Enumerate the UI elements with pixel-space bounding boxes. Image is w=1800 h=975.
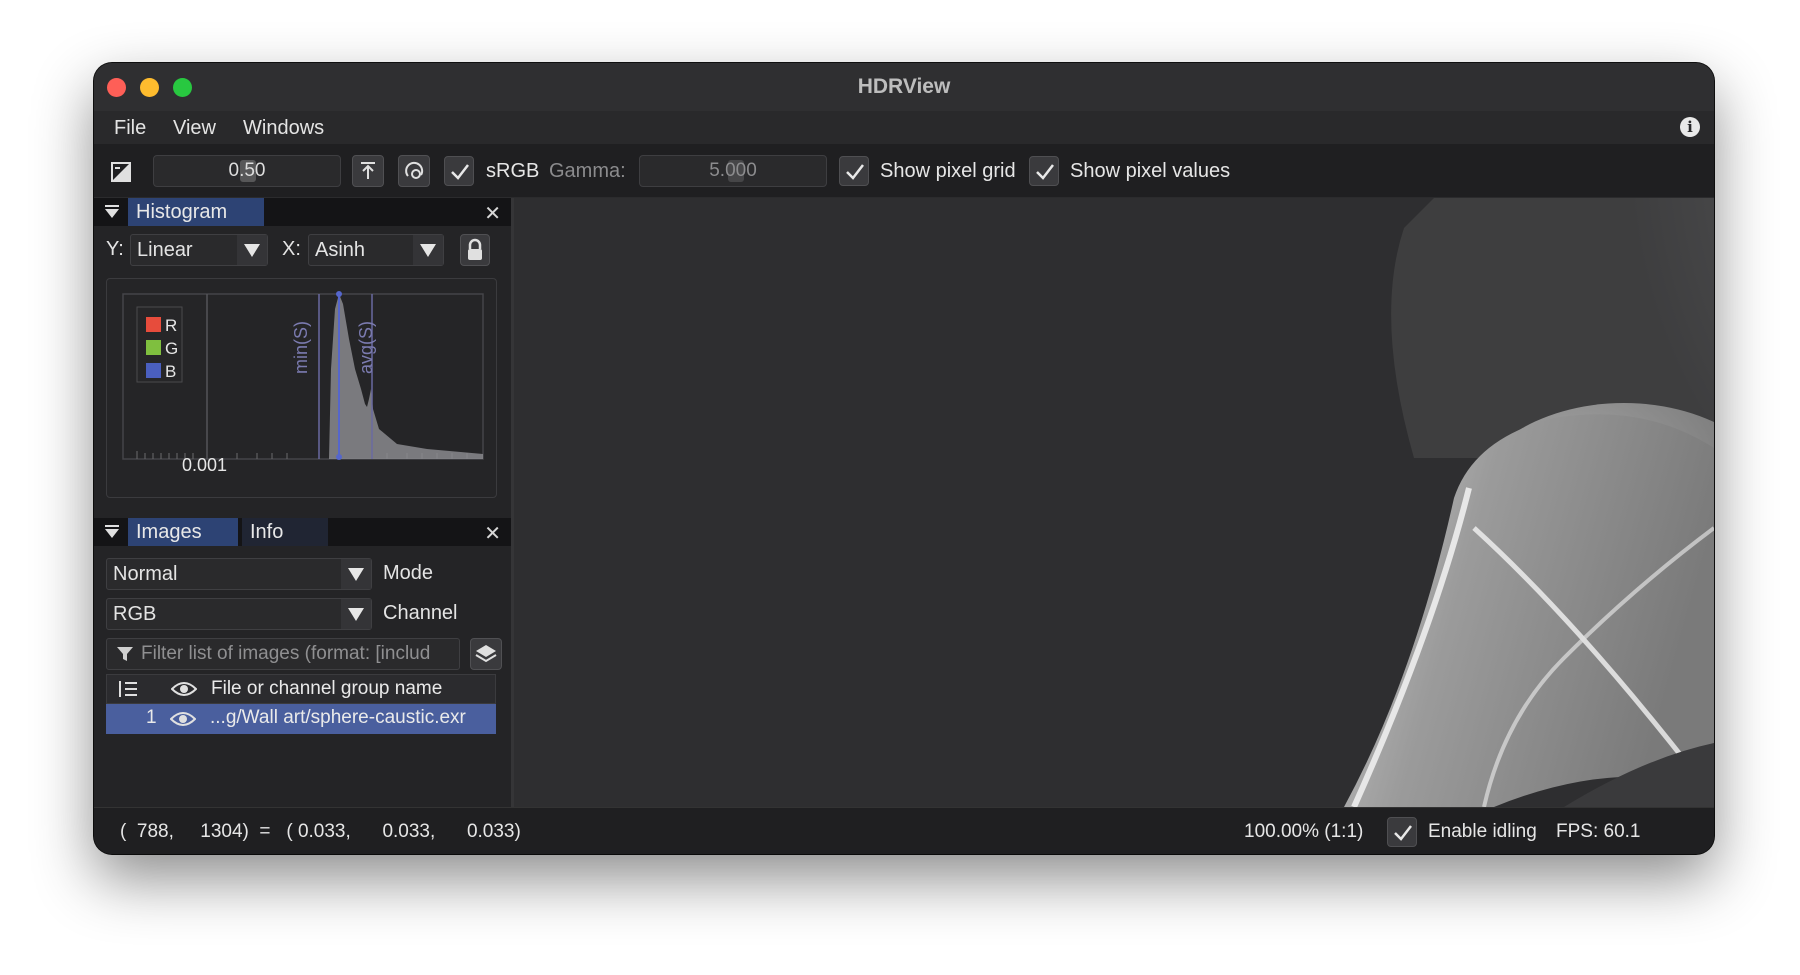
hdr-image-canvas (514, 198, 1714, 807)
menu-file[interactable]: File (114, 117, 146, 140)
show-pixel-grid-label: Show pixel grid (880, 160, 1016, 182)
pixel-readout: ( 788, 1304) = ( 0.033, 0.033, 0.033) (120, 821, 521, 842)
show-pixel-values-checkbox[interactable] (1029, 156, 1059, 186)
enable-idling-checkbox[interactable] (1387, 817, 1417, 847)
column-header-name: File or channel group name (211, 678, 443, 699)
avg-marker-label: avg(S) (356, 321, 376, 374)
arrow-up-bar-icon (361, 162, 375, 179)
menu-view[interactable]: View (173, 117, 216, 140)
x-scale-value: Asinh (315, 239, 366, 261)
toolbar: 0.50 sRGB Gamma: 5.000 Show pixel grid S… (94, 145, 1714, 197)
lock-icon (468, 238, 482, 260)
tab-images[interactable]: Images (128, 518, 238, 546)
x-tick-label: 0.001 (182, 455, 227, 475)
channel-dropdown[interactable]: RGB (106, 598, 372, 630)
info-icon[interactable]: i (1680, 117, 1700, 137)
status-bar: ( 788, 1304) = ( 0.033, 0.033, 0.033) 10… (94, 807, 1714, 854)
image-list-header: File or channel group name (106, 674, 496, 704)
channel-label: Channel (383, 602, 458, 624)
srgb-label: sRGB (486, 160, 540, 182)
layers-button[interactable] (470, 638, 502, 670)
close-histogram-icon[interactable]: ✕ (484, 201, 501, 226)
tab-info[interactable]: Info (242, 518, 328, 546)
histogram-chart: min(S) avg(S) R G B 0.001 (122, 291, 484, 475)
legend-label-b: B (165, 362, 176, 381)
layers-icon (475, 645, 497, 663)
y-scale-dropdown[interactable]: Linear (130, 234, 268, 266)
min-marker-label: min(S) (291, 321, 311, 374)
chevron-down-icon (237, 235, 267, 265)
srgb-checkbox[interactable] (444, 156, 474, 186)
reset-icon (405, 161, 424, 179)
gamma-value: 5.000 (709, 160, 757, 181)
app-window: HDRView File View Windows i 0.50 sRGB Ga… (94, 63, 1714, 854)
show-pixel-grid-checkbox[interactable] (839, 156, 869, 186)
checkmark-icon (451, 164, 469, 180)
x-scale-label: X: (282, 238, 301, 260)
enable-idling-label: Enable idling (1428, 821, 1537, 842)
show-pixel-values-label: Show pixel values (1070, 160, 1231, 182)
exposure-icon[interactable] (111, 162, 131, 182)
gamma-slider[interactable]: 5.000 (639, 155, 827, 187)
channel-value: RGB (113, 603, 157, 625)
title-bar: HDRView (94, 63, 1714, 112)
legend-swatch-g (146, 340, 161, 355)
menu-bar: File View Windows i (94, 111, 1714, 145)
chevron-down-icon (341, 559, 371, 589)
zoom-level: 100.00% (1:1) (1244, 821, 1364, 842)
y-scale-value: Linear (137, 239, 193, 261)
eye-icon[interactable] (171, 680, 197, 698)
legend-swatch-r (146, 317, 161, 332)
fps-readout: FPS: 60.1 (1556, 821, 1641, 842)
tab-histogram[interactable]: Histogram (128, 198, 264, 226)
image-viewport[interactable] (514, 198, 1714, 807)
list-item[interactable]: 1 ...g/Wall art/sphere-caustic.exr (106, 704, 496, 734)
mode-value: Normal (113, 563, 178, 585)
close-images-icon[interactable]: ✕ (484, 521, 501, 546)
image-index: 1 (146, 707, 157, 728)
legend-label-g: G (165, 339, 178, 358)
legend-label-r: R (165, 316, 177, 335)
collapse-icon[interactable] (104, 525, 120, 539)
exposure-slider[interactable]: 0.50 (153, 155, 341, 187)
mode-dropdown[interactable]: Normal (106, 558, 372, 590)
mode-label: Mode (383, 562, 434, 584)
checkmark-icon (1036, 164, 1054, 180)
menu-windows[interactable]: Windows (243, 117, 324, 140)
filter-icon (117, 647, 133, 661)
collapse-icon[interactable] (104, 205, 120, 219)
images-panel-header: Images Info ✕ (94, 518, 511, 546)
x-scale-dropdown[interactable]: Asinh (308, 234, 444, 266)
reset-tonemapping-button[interactable] (398, 155, 430, 187)
normalize-exposure-button[interactable] (352, 155, 384, 187)
gamma-label: Gamma: (549, 160, 626, 182)
y-scale-label: Y: (106, 238, 124, 260)
image-filter-placeholder: Filter list of images (format: [includ (141, 643, 431, 664)
chevron-down-icon (341, 599, 371, 629)
lock-histogram-button[interactable] (460, 234, 490, 266)
eye-icon[interactable] (170, 710, 196, 728)
side-panel: Histogram ✕ Y: Linear X: Asinh min(S) av… (94, 198, 514, 807)
image-filter-input[interactable]: Filter list of images (format: [includ (106, 638, 460, 670)
legend-swatch-b (146, 363, 161, 378)
exposure-value: 0.50 (228, 160, 266, 181)
histogram-plot: min(S) avg(S) R G B 0.001 (106, 278, 497, 498)
histogram-panel-header: Histogram ✕ (94, 198, 511, 226)
image-filename: ...g/Wall art/sphere-caustic.exr (210, 707, 466, 728)
checkmark-icon (1394, 825, 1412, 841)
chevron-down-icon (413, 235, 443, 265)
window-title: HDRView (857, 75, 951, 98)
checkmark-icon (846, 164, 864, 180)
sort-list-icon[interactable] (117, 678, 139, 700)
